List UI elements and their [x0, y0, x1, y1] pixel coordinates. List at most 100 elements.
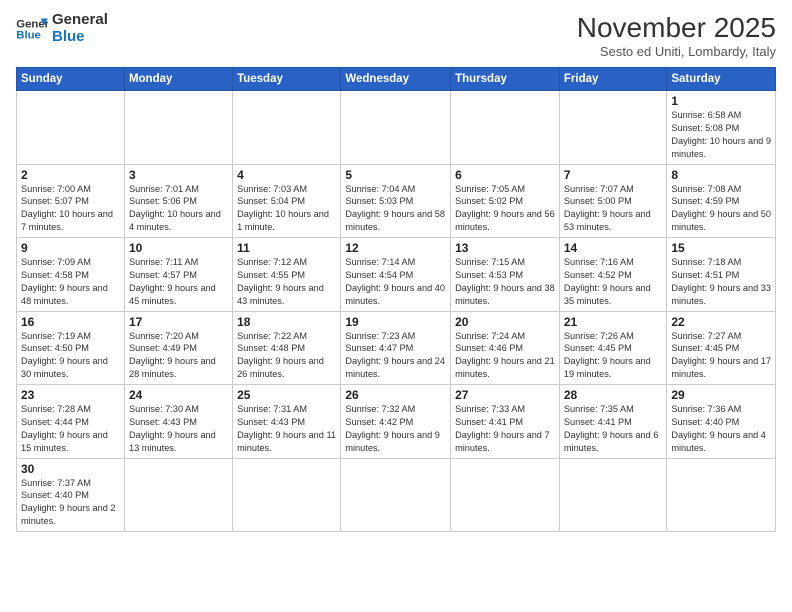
- col-wednesday: Wednesday: [341, 68, 451, 91]
- day-cell: 8Sunrise: 7:08 AM Sunset: 4:59 PM Daylig…: [667, 164, 776, 238]
- day-number: 18: [237, 315, 336, 329]
- day-info: Sunrise: 7:05 AM Sunset: 5:02 PM Dayligh…: [455, 183, 555, 235]
- day-cell: 9Sunrise: 7:09 AM Sunset: 4:58 PM Daylig…: [17, 238, 125, 312]
- day-cell: 19Sunrise: 7:23 AM Sunset: 4:47 PM Dayli…: [341, 311, 451, 385]
- day-number: 30: [21, 462, 120, 476]
- day-number: 14: [564, 241, 662, 255]
- header: General Blue General Blue November 2025 …: [16, 12, 776, 59]
- day-info: Sunrise: 7:16 AM Sunset: 4:52 PM Dayligh…: [564, 256, 662, 308]
- day-cell: [559, 91, 666, 165]
- day-info: Sunrise: 7:07 AM Sunset: 5:00 PM Dayligh…: [564, 183, 662, 235]
- logo-line1: General: [52, 12, 108, 29]
- day-number: 24: [129, 388, 228, 402]
- title-block: November 2025 Sesto ed Uniti, Lombardy, …: [577, 12, 776, 59]
- week-row-5: 30Sunrise: 7:37 AM Sunset: 4:40 PM Dayli…: [17, 458, 776, 532]
- day-cell: 11Sunrise: 7:12 AM Sunset: 4:55 PM Dayli…: [233, 238, 341, 312]
- day-cell: 12Sunrise: 7:14 AM Sunset: 4:54 PM Dayli…: [341, 238, 451, 312]
- day-number: 9: [21, 241, 120, 255]
- day-number: 15: [671, 241, 771, 255]
- day-number: 2: [21, 168, 120, 182]
- day-info: Sunrise: 7:24 AM Sunset: 4:46 PM Dayligh…: [455, 330, 555, 382]
- day-cell: 30Sunrise: 7:37 AM Sunset: 4:40 PM Dayli…: [17, 458, 125, 532]
- day-cell: [451, 458, 560, 532]
- day-info: Sunrise: 7:30 AM Sunset: 4:43 PM Dayligh…: [129, 403, 228, 455]
- day-cell: 6Sunrise: 7:05 AM Sunset: 5:02 PM Daylig…: [451, 164, 560, 238]
- day-info: Sunrise: 7:18 AM Sunset: 4:51 PM Dayligh…: [671, 256, 771, 308]
- day-number: 25: [237, 388, 336, 402]
- day-cell: [341, 458, 451, 532]
- day-cell: [451, 91, 560, 165]
- logo-line2: Blue: [52, 29, 108, 46]
- day-number: 22: [671, 315, 771, 329]
- day-cell: 15Sunrise: 7:18 AM Sunset: 4:51 PM Dayli…: [667, 238, 776, 312]
- day-number: 17: [129, 315, 228, 329]
- day-cell: 24Sunrise: 7:30 AM Sunset: 4:43 PM Dayli…: [124, 385, 232, 459]
- col-monday: Monday: [124, 68, 232, 91]
- col-saturday: Saturday: [667, 68, 776, 91]
- day-cell: 17Sunrise: 7:20 AM Sunset: 4:49 PM Dayli…: [124, 311, 232, 385]
- day-info: Sunrise: 7:00 AM Sunset: 5:07 PM Dayligh…: [21, 183, 120, 235]
- day-info: Sunrise: 7:32 AM Sunset: 4:42 PM Dayligh…: [345, 403, 446, 455]
- day-number: 7: [564, 168, 662, 182]
- day-number: 26: [345, 388, 446, 402]
- day-info: Sunrise: 7:11 AM Sunset: 4:57 PM Dayligh…: [129, 256, 228, 308]
- day-cell: 22Sunrise: 7:27 AM Sunset: 4:45 PM Dayli…: [667, 311, 776, 385]
- day-info: Sunrise: 7:37 AM Sunset: 4:40 PM Dayligh…: [21, 477, 120, 529]
- week-row-3: 16Sunrise: 7:19 AM Sunset: 4:50 PM Dayli…: [17, 311, 776, 385]
- day-cell: [124, 458, 232, 532]
- day-number: 19: [345, 315, 446, 329]
- day-number: 5: [345, 168, 446, 182]
- day-cell: [124, 91, 232, 165]
- day-cell: 27Sunrise: 7:33 AM Sunset: 4:41 PM Dayli…: [451, 385, 560, 459]
- day-number: 20: [455, 315, 555, 329]
- calendar-page: General Blue General Blue November 2025 …: [0, 0, 792, 612]
- day-number: 1: [671, 94, 771, 108]
- day-cell: 25Sunrise: 7:31 AM Sunset: 4:43 PM Dayli…: [233, 385, 341, 459]
- day-number: 3: [129, 168, 228, 182]
- day-cell: 1Sunrise: 6:58 AM Sunset: 5:08 PM Daylig…: [667, 91, 776, 165]
- day-cell: 3Sunrise: 7:01 AM Sunset: 5:06 PM Daylig…: [124, 164, 232, 238]
- day-cell: 2Sunrise: 7:00 AM Sunset: 5:07 PM Daylig…: [17, 164, 125, 238]
- day-info: Sunrise: 7:20 AM Sunset: 4:49 PM Dayligh…: [129, 330, 228, 382]
- col-thursday: Thursday: [451, 68, 560, 91]
- day-number: 10: [129, 241, 228, 255]
- day-cell: 21Sunrise: 7:26 AM Sunset: 4:45 PM Dayli…: [559, 311, 666, 385]
- day-number: 4: [237, 168, 336, 182]
- day-cell: [559, 458, 666, 532]
- day-number: 21: [564, 315, 662, 329]
- logo: General Blue General Blue: [16, 12, 108, 45]
- day-cell: 23Sunrise: 7:28 AM Sunset: 4:44 PM Dayli…: [17, 385, 125, 459]
- week-row-0: 1Sunrise: 6:58 AM Sunset: 5:08 PM Daylig…: [17, 91, 776, 165]
- day-cell: 29Sunrise: 7:36 AM Sunset: 4:40 PM Dayli…: [667, 385, 776, 459]
- col-tuesday: Tuesday: [233, 68, 341, 91]
- day-cell: 26Sunrise: 7:32 AM Sunset: 4:42 PM Dayli…: [341, 385, 451, 459]
- svg-text:Blue: Blue: [16, 29, 41, 41]
- day-info: Sunrise: 6:58 AM Sunset: 5:08 PM Dayligh…: [671, 109, 771, 161]
- calendar-subtitle: Sesto ed Uniti, Lombardy, Italy: [577, 44, 776, 59]
- day-number: 6: [455, 168, 555, 182]
- calendar-title: November 2025: [577, 12, 776, 44]
- day-cell: 16Sunrise: 7:19 AM Sunset: 4:50 PM Dayli…: [17, 311, 125, 385]
- day-number: 23: [21, 388, 120, 402]
- day-cell: 10Sunrise: 7:11 AM Sunset: 4:57 PM Dayli…: [124, 238, 232, 312]
- day-info: Sunrise: 7:31 AM Sunset: 4:43 PM Dayligh…: [237, 403, 336, 455]
- day-info: Sunrise: 7:33 AM Sunset: 4:41 PM Dayligh…: [455, 403, 555, 455]
- day-info: Sunrise: 7:03 AM Sunset: 5:04 PM Dayligh…: [237, 183, 336, 235]
- day-number: 16: [21, 315, 120, 329]
- day-info: Sunrise: 7:09 AM Sunset: 4:58 PM Dayligh…: [21, 256, 120, 308]
- day-number: 27: [455, 388, 555, 402]
- day-number: 11: [237, 241, 336, 255]
- week-row-1: 2Sunrise: 7:00 AM Sunset: 5:07 PM Daylig…: [17, 164, 776, 238]
- day-cell: [233, 458, 341, 532]
- day-cell: 28Sunrise: 7:35 AM Sunset: 4:41 PM Dayli…: [559, 385, 666, 459]
- day-cell: 13Sunrise: 7:15 AM Sunset: 4:53 PM Dayli…: [451, 238, 560, 312]
- day-cell: [341, 91, 451, 165]
- day-number: 8: [671, 168, 771, 182]
- day-cell: [667, 458, 776, 532]
- week-row-4: 23Sunrise: 7:28 AM Sunset: 4:44 PM Dayli…: [17, 385, 776, 459]
- day-info: Sunrise: 7:28 AM Sunset: 4:44 PM Dayligh…: [21, 403, 120, 455]
- day-info: Sunrise: 7:15 AM Sunset: 4:53 PM Dayligh…: [455, 256, 555, 308]
- day-info: Sunrise: 7:14 AM Sunset: 4:54 PM Dayligh…: [345, 256, 446, 308]
- day-cell: 7Sunrise: 7:07 AM Sunset: 5:00 PM Daylig…: [559, 164, 666, 238]
- day-cell: 5Sunrise: 7:04 AM Sunset: 5:03 PM Daylig…: [341, 164, 451, 238]
